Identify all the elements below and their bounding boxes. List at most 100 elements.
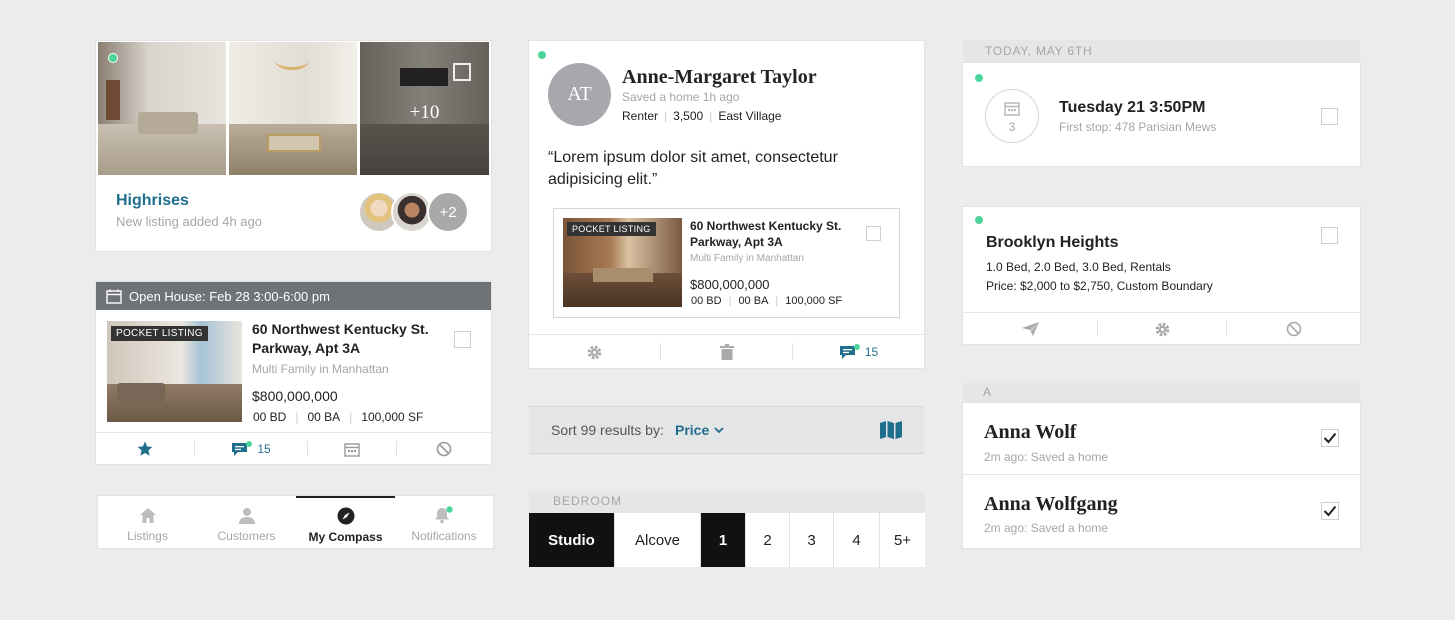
delete-button[interactable] <box>661 335 792 369</box>
tour-stop-count: 3 <box>1008 120 1016 134</box>
person-icon <box>238 508 255 524</box>
tour-date-badge: 3 <box>985 89 1039 143</box>
send-button[interactable] <box>963 313 1097 345</box>
list-item[interactable]: Anna Wolf 2m ago: Saved a home <box>963 403 1360 475</box>
listing-photo: POCKET LISTING <box>563 218 682 307</box>
bedroom-header: BEDROOM <box>529 491 925 513</box>
customer-area: East Village <box>718 109 782 123</box>
highrises-card[interactable]: +10 Highrises New listing added 4h ago +… <box>96 41 491 251</box>
square-feet: 100,000 SF <box>361 410 424 424</box>
tab-notifications[interactable]: Notifications <box>395 496 493 548</box>
tab-listings[interactable]: Listings <box>98 496 197 548</box>
search-price: Price: $2,000 to $2,750, Custom Boundary <box>986 279 1213 293</box>
search-title[interactable]: Brooklyn Heights <box>986 234 1118 252</box>
checkbox-checked[interactable] <box>1321 429 1339 447</box>
favorite-button[interactable] <box>96 433 194 465</box>
collection-title[interactable]: Highrises <box>116 192 189 210</box>
bedroom-filter: BEDROOM Studio Alcove 1 2 3 4 5+ <box>529 491 925 568</box>
listing-stats: 00 BD | 00 BA | 100,000 SF <box>691 295 843 307</box>
tab-label: Listings <box>127 529 168 543</box>
more-avatars-count[interactable]: +2 <box>427 191 469 233</box>
list-item[interactable]: Anna Wolfgang 2m ago: Saved a home <box>963 475 1360 548</box>
tab-label: My Compass <box>308 530 383 544</box>
listing-photo-1[interactable] <box>98 42 226 175</box>
settings-button[interactable] <box>529 335 660 369</box>
online-indicator <box>108 53 118 63</box>
listing-type: Multi Family in Manhattan <box>252 362 389 376</box>
tour-card[interactable]: 3 Tuesday 21 3:50PM First stop: 478 Pari… <box>963 63 1360 166</box>
select-checkbox[interactable] <box>1321 227 1338 244</box>
tab-customers[interactable]: Customers <box>197 496 296 548</box>
listing-photo[interactable]: POCKET LISTING <box>107 321 242 422</box>
bedrooms: 00 BD <box>691 295 722 307</box>
open-house-card[interactable]: Open House: Feb 28 3:00-6:00 pm POCKET L… <box>96 282 491 464</box>
customer-quote: “Lorem ipsum dolor sit amet, consectetur… <box>548 149 838 188</box>
pocket-listing-badge: POCKET LISTING <box>111 326 208 341</box>
hide-button[interactable] <box>397 433 491 465</box>
contact-activity: 2m ago: Saved a home <box>984 450 1109 464</box>
bedroom-option-3[interactable]: 3 <box>790 513 834 567</box>
select-checkbox[interactable] <box>1321 108 1338 125</box>
listing-photo-3[interactable]: +10 <box>360 42 489 175</box>
select-checkbox[interactable] <box>866 226 881 241</box>
search-actions <box>963 312 1360 344</box>
listing-type: Multi Family in Manhattan <box>690 253 804 264</box>
bedroom-option-5-plus[interactable]: 5+ <box>880 513 925 567</box>
trash-icon <box>719 344 734 360</box>
online-indicator <box>975 74 983 82</box>
bedroom-option-alcove[interactable]: Alcove <box>615 513 701 567</box>
tab-label: Customers <box>217 529 276 543</box>
contacts-letter-header: A <box>963 383 1360 403</box>
checkbox-checked[interactable] <box>1321 502 1339 520</box>
listing-address: 60 Northwest Kentucky St. Parkway, Apt 3… <box>690 219 842 249</box>
customer-budget: 3,500 <box>673 109 704 123</box>
search-criteria: 1.0 Bed, 2.0 Bed, 3.0 Bed, Rentals <box>986 260 1171 274</box>
contact-name: Anna Wolfgang <box>984 493 1118 515</box>
bedroom-option-1[interactable]: 1 <box>701 513 746 567</box>
select-checkbox[interactable] <box>454 331 471 348</box>
listing-address[interactable]: 60 Northwest Kentucky St. Parkway, Apt 3… <box>252 320 442 358</box>
bedroom-option-4[interactable]: 4 <box>834 513 880 567</box>
listing-actions: 15 <box>96 432 491 464</box>
comments-button[interactable]: 15 <box>793 335 924 369</box>
tour-title[interactable]: Tuesday 21 3:50PM <box>1059 99 1205 117</box>
tour-subtitle: First stop: 478 Parisian Mews <box>1059 120 1217 134</box>
comment-icon <box>839 343 860 359</box>
gear-icon <box>1155 322 1169 336</box>
customer-details: Renter | 3,500 | East Village <box>622 109 782 123</box>
tab-my-compass[interactable]: My Compass <box>296 496 395 548</box>
listing-photo-2[interactable] <box>229 42 357 175</box>
calendar-icon <box>106 289 122 304</box>
saved-search-card[interactable]: Brooklyn Heights 1.0 Bed, 2.0 Bed, 3.0 B… <box>963 207 1360 344</box>
listing-price: $800,000,000 <box>690 277 770 292</box>
online-indicator <box>975 216 983 224</box>
open-house-header: Open House: Feb 28 3:00-6:00 pm <box>96 282 491 310</box>
schedule-button[interactable] <box>308 433 396 465</box>
customer-activity-card[interactable]: AT Anne-Margaret Taylor Saved a home 1h … <box>529 41 924 368</box>
select-checkbox[interactable] <box>453 63 471 81</box>
map-icon[interactable] <box>879 420 903 440</box>
settings-button[interactable] <box>1098 313 1226 345</box>
today-section: TODAY, MAY 6TH 3 Tuesday 21 3:50PM First… <box>963 40 1360 166</box>
chevron-down-icon <box>714 426 724 433</box>
comment-icon <box>232 440 253 456</box>
bathrooms: 00 BA <box>738 295 769 307</box>
bedroom-option-studio[interactable]: Studio <box>529 513 615 567</box>
comments-button[interactable]: 15 <box>195 433 307 465</box>
shared-listing[interactable]: POCKET LISTING 60 Northwest Kentucky St.… <box>553 208 900 318</box>
customer-name[interactable]: Anne-Margaret Taylor <box>622 66 817 89</box>
avatar[interactable]: AT <box>548 63 611 126</box>
tab-label: Notifications <box>411 529 477 543</box>
hide-button[interactable] <box>1227 313 1360 345</box>
bedroom-option-2[interactable]: 2 <box>746 513 790 567</box>
card-actions: 15 <box>529 334 924 368</box>
today-header: TODAY, MAY 6TH <box>963 40 1360 63</box>
sort-dropdown[interactable]: Price <box>675 422 724 438</box>
block-icon <box>436 441 452 457</box>
compass-icon <box>337 507 354 525</box>
bathrooms: 00 BA <box>307 410 341 424</box>
more-photos-count: +10 <box>409 102 440 123</box>
contact-activity: 2m ago: Saved a home <box>984 521 1109 535</box>
open-house-time: Feb 28 3:00-6:00 pm <box>209 288 330 304</box>
home-icon <box>139 508 156 523</box>
